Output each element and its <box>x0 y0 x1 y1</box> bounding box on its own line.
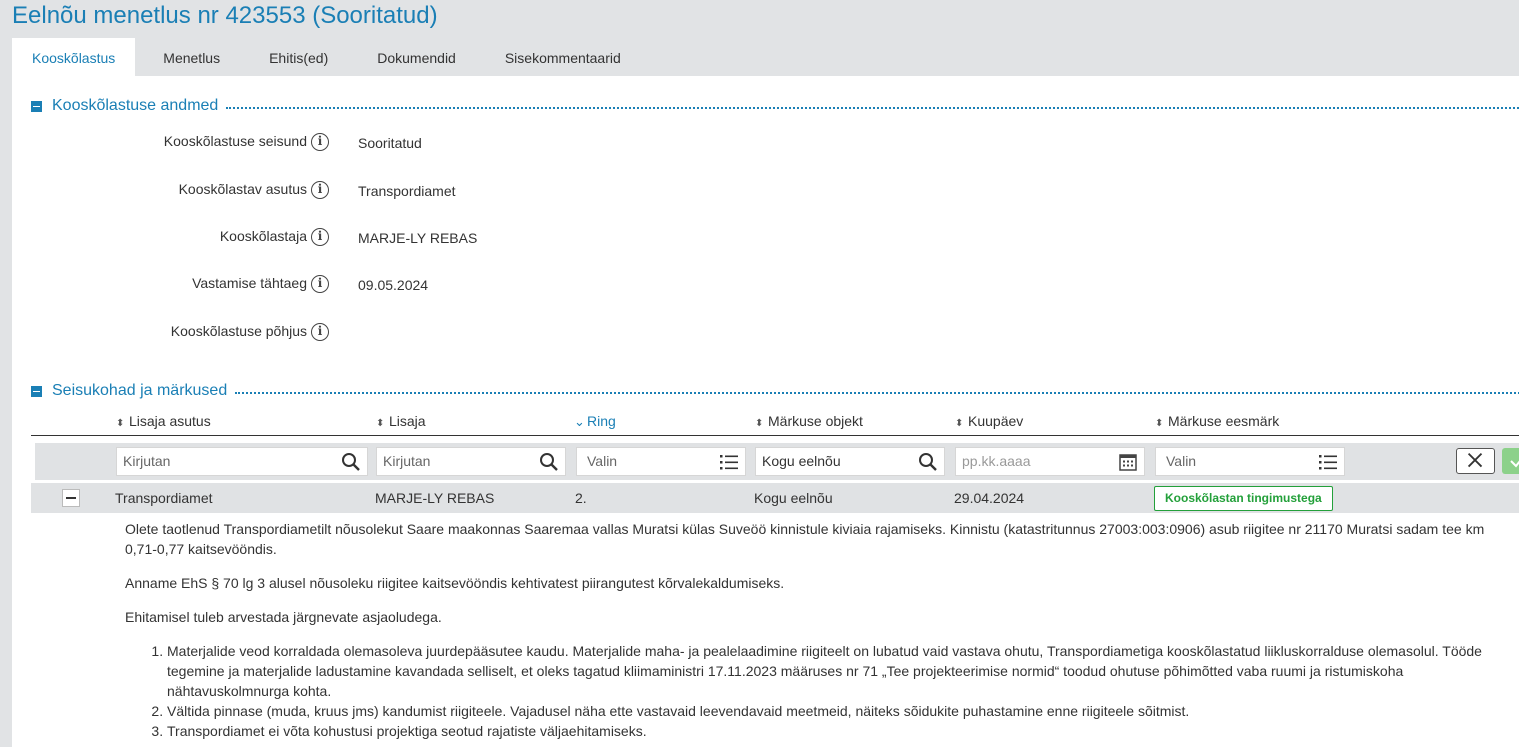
section-header-seisukohad: Seisukohad ja märkused <box>31 381 1519 401</box>
cell-lisaja: MARJE-LY REBAS <box>375 490 495 506</box>
close-icon <box>1467 452 1483 468</box>
column-label: Märkuse eesmärk <box>1168 413 1280 429</box>
collapse-icon[interactable] <box>31 385 42 397</box>
filter-ring-select[interactable]: Valin <box>576 447 746 476</box>
filter-row: Kirjutan Kirjutan Valin Kogu eelnõu pp.k… <box>35 443 1519 480</box>
sort-icon: ⬍ <box>955 418 964 429</box>
field-value: Sooritatud <box>358 135 422 151</box>
column-header-markuse-objekt[interactable]: ⬍ Märkuse objekt <box>755 413 863 429</box>
collapse-row-button[interactable] <box>62 489 80 507</box>
list-item: Vältida pinnase (muda, kruus jms) kandum… <box>167 701 1515 721</box>
field-value: MARJE-LY REBAS <box>358 230 478 246</box>
section-divider <box>226 107 1519 109</box>
filter-text: Kirjutan <box>123 453 171 469</box>
info-icon[interactable]: i <box>311 181 329 199</box>
status-badge: Kooskõlastan tingimustega <box>1154 486 1333 511</box>
column-label: Märkuse objekt <box>768 413 863 429</box>
remark-detail: Olete taotlenud Transpordiametilt nõusol… <box>125 519 1515 741</box>
clear-filters-button[interactable] <box>1456 448 1495 474</box>
search-icon[interactable] <box>918 452 938 472</box>
detail-paragraph: Anname EhS § 70 lg 3 alusel nõusoleku ri… <box>125 575 785 591</box>
filter-text: Valin <box>1166 453 1197 469</box>
field-label: Vastamise tähtaeg <box>192 275 307 291</box>
filter-lisaja-asutus-input[interactable]: Kirjutan <box>116 447 368 476</box>
info-icon[interactable]: i <box>311 228 329 246</box>
section-title: Kooskõlastuse andmed <box>52 97 219 114</box>
sort-icon: ⬍ <box>116 418 125 429</box>
search-icon[interactable] <box>341 452 361 472</box>
column-header-markuse-eesmark[interactable]: ⬍ Märkuse eesmärk <box>1155 413 1279 429</box>
list-item: Transpordiamet ei võta kohustusi projekt… <box>167 721 1515 741</box>
field-row-seisund: Kooskõlastuse seisund i Sooritatud <box>12 131 812 155</box>
filter-kuupaev-input[interactable]: pp.kk.aaaa <box>955 447 1145 476</box>
tab-bar: Kooskõlastus Menetlus Ehitis(ed) Dokumen… <box>12 38 641 76</box>
list-icon <box>1319 455 1337 470</box>
filter-placeholder: pp.kk.aaaa <box>962 453 1031 469</box>
sort-icon: ⬍ <box>755 418 764 429</box>
section-divider <box>235 392 1519 394</box>
column-label: Lisaja <box>389 413 426 429</box>
field-value: Transpordiamet <box>358 183 456 199</box>
detail-list: Materjalide veod korraldada olemasoleva … <box>125 641 1515 741</box>
field-value: 09.05.2024 <box>358 277 429 293</box>
detail-paragraph: Olete taotlenud Transpordiametilt nõusol… <box>125 521 1485 557</box>
column-header-ring[interactable]: ⌄ Ring <box>574 413 616 430</box>
sort-desc-icon: ⌄ <box>574 414 585 429</box>
detail-paragraph: Ehitamisel tuleb arvestada järgnevate as… <box>125 609 442 625</box>
tab-sisekommentaarid[interactable]: Sisekommentaarid <box>485 38 641 76</box>
column-label: Lisaja asutus <box>129 413 211 429</box>
sort-icon: ⬍ <box>1155 418 1164 429</box>
list-item: Materjalide veod korraldada olemasoleva … <box>167 641 1515 701</box>
sort-icon: ⬍ <box>376 418 385 429</box>
tab-menetlus[interactable]: Menetlus <box>143 38 240 76</box>
field-label: Kooskõlastaja <box>219 228 307 244</box>
tab-content: Kooskõlastuse andmed Kooskõlastuse seisu… <box>12 76 1519 747</box>
tab-kooskolastus[interactable]: Kooskõlastus <box>12 38 136 76</box>
info-icon[interactable]: i <box>311 133 329 151</box>
info-icon[interactable]: i <box>311 275 329 293</box>
table-row[interactable]: Transpordiamet MARJE-LY REBAS 2. Kogu ee… <box>31 483 1519 513</box>
column-label: Kuupäev <box>968 413 1024 429</box>
column-header-lisaja-asutus[interactable]: ⬍ Lisaja asutus <box>116 413 211 429</box>
field-label: Kooskõlastav asutus <box>178 181 307 197</box>
column-header-lisaja[interactable]: ⬍ Lisaja <box>376 413 426 429</box>
filter-text: Kogu eelnõu <box>762 453 841 469</box>
section-header-kooskolastuse-andmed: Kooskõlastuse andmed <box>31 96 1519 116</box>
check-icon <box>1510 460 1519 468</box>
cell-kuupaev: 29.04.2024 <box>954 490 1025 506</box>
field-row-pohjus: Kooskõlastuse põhjus i <box>12 321 812 345</box>
table-header: ⬍ Lisaja asutus ⬍ Lisaja ⌄ Ring ⬍ Märkuse ob… <box>31 410 1519 436</box>
column-header-kuupaev[interactable]: ⬍ Kuupäev <box>955 413 1023 429</box>
filter-objekt-input[interactable]: Kogu eelnõu <box>755 447 945 476</box>
field-row-tahtaeg: Vastamise tähtaeg i 09.05.2024 <box>12 273 812 297</box>
column-label: Ring <box>587 413 616 429</box>
tab-ehitised[interactable]: Ehitis(ed) <box>249 38 348 76</box>
cell-objekt: Kogu eelnõu <box>754 490 833 506</box>
collapse-icon[interactable] <box>31 100 42 112</box>
field-row-kooskolastaja: Kooskõlastaja i MARJE-LY REBAS <box>12 226 812 250</box>
field-label: Kooskõlastuse põhjus <box>170 323 307 339</box>
filter-lisaja-input[interactable]: Kirjutan <box>376 447 566 476</box>
page-title: Eelnõu menetlus nr 423553 (Sooritatud) <box>12 2 438 29</box>
filter-text: Kirjutan <box>383 453 431 469</box>
cell-ring: 2. <box>575 490 587 506</box>
cell-asutus: Transpordiamet <box>115 490 213 506</box>
field-label: Kooskõlastuse seisund <box>163 133 307 149</box>
field-row-asutus: Kooskõlastav asutus i Transpordiamet <box>12 179 812 203</box>
apply-filters-button[interactable] <box>1502 448 1519 474</box>
search-icon[interactable] <box>539 452 559 472</box>
info-icon[interactable]: i <box>311 323 329 341</box>
tab-dokumendid[interactable]: Dokumendid <box>357 38 476 76</box>
filter-text: Valin <box>587 453 618 469</box>
list-icon <box>720 455 738 470</box>
filter-eesmark-select[interactable]: Valin <box>1155 447 1345 476</box>
calendar-icon[interactable] <box>1118 452 1138 472</box>
section-title: Seisukohad ja märkused <box>52 382 228 399</box>
